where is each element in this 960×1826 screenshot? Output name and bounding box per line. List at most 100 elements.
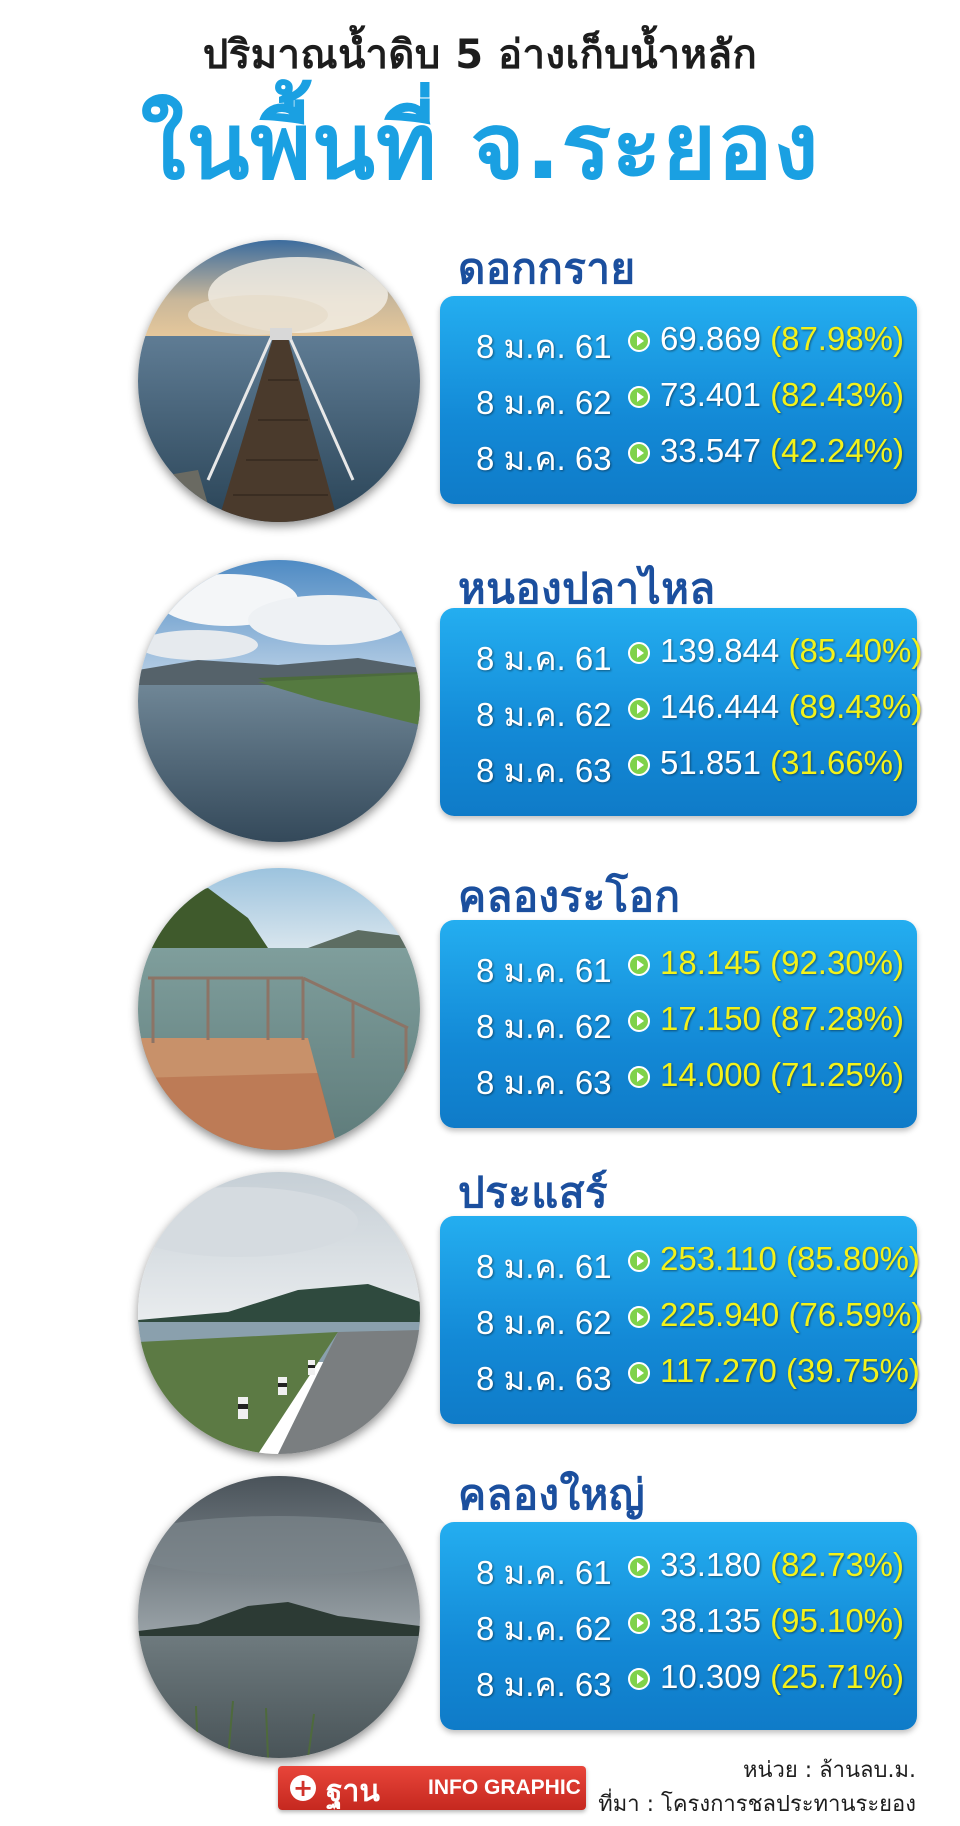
row-date: 8 ม.ค. 61 <box>476 640 612 677</box>
volume-value: 253.110 <box>660 1240 777 1277</box>
percent-value: (89.43%) <box>788 688 923 725</box>
arrow-icon <box>628 1066 650 1088</box>
stats-row: 8 ม.ค. 61 139.844 (85.40%) <box>440 628 922 678</box>
arrow-icon <box>628 330 650 352</box>
row-date: 8 ม.ค. 61 <box>476 1554 612 1591</box>
arrow-icon <box>628 698 650 720</box>
reservoir-landscape-photo <box>138 560 420 842</box>
volume-value: 14.000 <box>660 1056 761 1093</box>
arrow-icon <box>628 642 650 664</box>
stats-row: 8 ม.ค. 63 33.547 (42.24%) <box>440 428 917 478</box>
volume-value: 18.145 <box>660 944 761 981</box>
stats-row: 8 ม.ค. 63 10.309 (25.71%) <box>440 1654 917 1704</box>
row-value: 33.180 (82.73%) <box>660 1546 904 1584</box>
row-date: 8 ม.ค. 62 <box>476 1304 612 1341</box>
stats-row: 8 ม.ค. 61 33.180 (82.73%) <box>440 1542 917 1592</box>
logo-suffix: INFO GRAPHIC <box>428 1776 581 1799</box>
percent-value: (42.24%) <box>770 432 905 469</box>
stats-row: 8 ม.ค. 63 117.270 (39.75%) <box>440 1348 920 1398</box>
arrow-icon <box>628 1612 650 1634</box>
source-note: ที่มา : โครงการชลประทานระยอง <box>598 1792 916 1817</box>
arrow-icon <box>628 386 650 408</box>
row-value: 51.851 (31.66%) <box>660 744 904 782</box>
arrow-icon <box>628 1010 650 1032</box>
volume-value: 117.270 <box>660 1352 777 1389</box>
pier-lake-photo <box>138 240 420 522</box>
dam-road-photo <box>138 1172 420 1454</box>
row-value: 73.401 (82.43%) <box>660 376 904 414</box>
percent-value: (71.25%) <box>770 1056 905 1093</box>
reservoir-name: คลองใหญ่ <box>458 1470 646 1519</box>
arrow-icon <box>628 1306 650 1328</box>
row-value: 225.940 (76.59%) <box>660 1296 922 1334</box>
arrow-icon <box>628 1668 650 1690</box>
arrow-icon <box>628 754 650 776</box>
volume-value: 17.150 <box>660 1000 761 1037</box>
page-title: ปริมาณน้ำดิบ 5 อ่างเก็บน้ำหลัก <box>202 32 758 78</box>
stats-panel: 8 ม.ค. 61 69.869 (87.98%) 8 ม.ค. 62 73.4… <box>440 296 917 504</box>
percent-value: (25.71%) <box>770 1658 905 1695</box>
row-value: 18.145 (92.30%) <box>660 944 904 982</box>
arrow-icon <box>628 1362 650 1384</box>
stats-panel: 8 ม.ค. 61 253.110 (85.80%) 8 ม.ค. 62 225… <box>440 1216 922 1424</box>
percent-value: (31.66%) <box>770 744 905 781</box>
stats-panel: 8 ม.ค. 61 18.145 (92.30%) 8 ม.ค. 62 17.1… <box>440 920 917 1128</box>
row-value: 38.135 (95.10%) <box>660 1602 904 1640</box>
stats-row: 8 ม.ค. 62 73.401 (82.43%) <box>440 372 917 422</box>
stats-panel: 8 ม.ค. 61 139.844 (85.40%) 8 ม.ค. 62 146… <box>440 608 922 816</box>
row-value: 253.110 (85.80%) <box>660 1240 920 1278</box>
row-date: 8 ม.ค. 63 <box>476 1666 612 1703</box>
row-date: 8 ม.ค. 62 <box>476 1008 612 1045</box>
row-date: 8 ม.ค. 63 <box>476 1360 612 1397</box>
logo-brand: ฐาน <box>326 1774 380 1809</box>
row-value: 33.547 (42.24%) <box>660 432 904 470</box>
cloudy-lake-photo <box>138 1476 420 1758</box>
percent-value: (87.98%) <box>770 320 905 357</box>
row-value: 14.000 (71.25%) <box>660 1056 904 1094</box>
info-graphic-logo: + ฐาน INFO GRAPHIC <box>278 1766 586 1810</box>
stats-row: 8 ม.ค. 63 14.000 (71.25%) <box>440 1052 917 1102</box>
volume-value: 10.309 <box>660 1658 761 1695</box>
row-date: 8 ม.ค. 63 <box>476 440 612 477</box>
row-date: 8 ม.ค. 62 <box>476 696 612 733</box>
row-date: 8 ม.ค. 62 <box>476 384 612 421</box>
row-value: 17.150 (87.28%) <box>660 1000 904 1038</box>
row-value: 146.444 (89.43%) <box>660 688 922 726</box>
stats-row: 8 ม.ค. 62 146.444 (89.43%) <box>440 684 922 734</box>
percent-value: (92.30%) <box>770 944 905 981</box>
row-date: 8 ม.ค. 63 <box>476 752 612 789</box>
stats-row: 8 ม.ค. 62 38.135 (95.10%) <box>440 1598 917 1648</box>
arrow-icon <box>628 954 650 976</box>
percent-value: (87.28%) <box>770 1000 905 1037</box>
percent-value: (82.73%) <box>770 1546 905 1583</box>
arrow-icon <box>628 1556 650 1578</box>
percent-value: (76.59%) <box>788 1296 923 1333</box>
arrow-icon <box>628 1250 650 1272</box>
row-value: 139.844 (85.40%) <box>660 632 922 670</box>
plus-icon: + <box>290 1775 316 1801</box>
volume-value: 38.135 <box>660 1602 761 1639</box>
row-date: 8 ม.ค. 61 <box>476 1248 612 1285</box>
percent-value: (82.43%) <box>770 376 905 413</box>
unit-note: หน่วย : ล้านลบ.ม. <box>743 1758 916 1783</box>
row-value: 69.869 (87.98%) <box>660 320 904 358</box>
stats-row: 8 ม.ค. 62 225.940 (76.59%) <box>440 1292 922 1342</box>
reservoir-name: ดอกกราย <box>458 244 636 293</box>
percent-value: (95.10%) <box>770 1602 905 1639</box>
row-date: 8 ม.ค. 61 <box>476 952 612 989</box>
stats-row: 8 ม.ค. 63 51.851 (31.66%) <box>440 740 917 790</box>
stats-row: 8 ม.ค. 61 253.110 (85.80%) <box>440 1236 920 1286</box>
arrow-icon <box>628 442 650 464</box>
concrete-platform-photo <box>138 868 420 1150</box>
volume-value: 33.547 <box>660 432 761 469</box>
page-subtitle: ในพื้นที่ จ.ระยอง <box>140 93 820 200</box>
stats-panel: 8 ม.ค. 61 33.180 (82.73%) 8 ม.ค. 62 38.1… <box>440 1522 917 1730</box>
volume-value: 139.844 <box>660 632 780 669</box>
volume-value: 33.180 <box>660 1546 761 1583</box>
stats-row: 8 ม.ค. 62 17.150 (87.28%) <box>440 996 917 1046</box>
row-date: 8 ม.ค. 61 <box>476 328 612 365</box>
volume-value: 225.940 <box>660 1296 780 1333</box>
volume-value: 69.869 <box>660 320 761 357</box>
row-value: 117.270 (39.75%) <box>660 1352 920 1390</box>
row-date: 8 ม.ค. 62 <box>476 1610 612 1647</box>
